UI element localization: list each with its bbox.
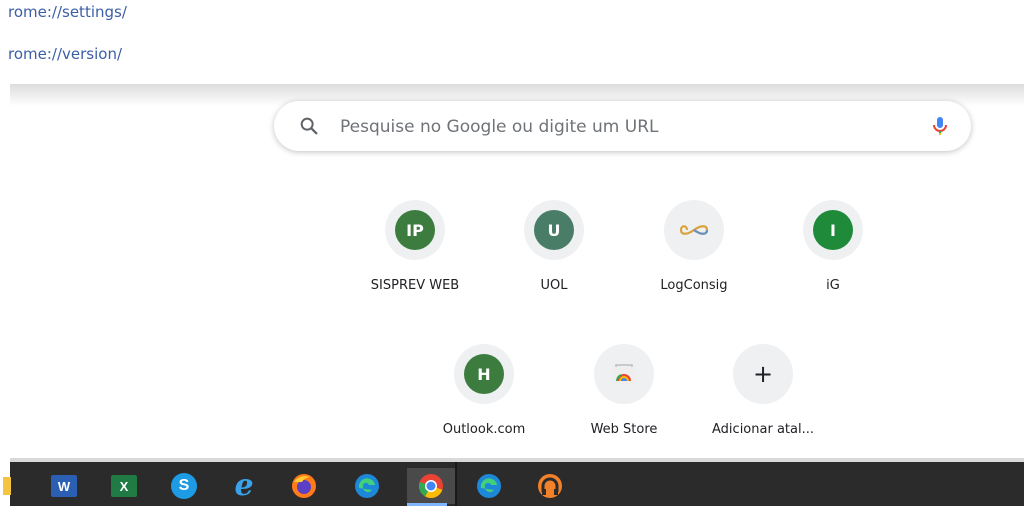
- sisprev-letter-icon: IP: [395, 210, 435, 250]
- shortcut-icon-bg: IP: [385, 200, 445, 260]
- shortcut-label: UOL: [540, 278, 568, 293]
- skype-icon[interactable]: S: [164, 468, 204, 504]
- suggestion-settings[interactable]: rome://settings/: [8, 3, 127, 21]
- excel-icon[interactable]: X: [104, 468, 144, 504]
- word-icon[interactable]: W: [44, 468, 84, 504]
- chrome-web-store-icon: [612, 364, 636, 384]
- chrome-icon[interactable]: [407, 468, 455, 506]
- shortcut-logconsig[interactable]: LogConsig: [634, 200, 754, 310]
- shortcut-icon-bg: [664, 200, 724, 260]
- shortcut-label: iG: [826, 278, 840, 293]
- internet-explorer-icon[interactable]: e: [224, 468, 264, 504]
- edge-icon[interactable]: [347, 468, 387, 504]
- shortcut-label: LogConsig: [660, 278, 728, 293]
- search-icon: [300, 117, 318, 135]
- shortcut-ig[interactable]: I iG: [773, 200, 893, 310]
- edge-icon-2[interactable]: [469, 468, 509, 504]
- microphone-icon[interactable]: [928, 114, 952, 138]
- taskbar-separator: [455, 462, 457, 506]
- shortcut-icon-bg: I: [803, 200, 863, 260]
- infinity-logo-icon: [679, 225, 709, 235]
- file-explorer-icon[interactable]: [0, 468, 18, 504]
- search-input[interactable]: [338, 112, 902, 142]
- ig-letter-icon: I: [813, 210, 853, 250]
- search-box[interactable]: [274, 101, 971, 151]
- firefox-icon[interactable]: [284, 468, 324, 504]
- shortcut-icon-bg: [594, 344, 654, 404]
- add-shortcut-button[interactable]: + Adicionar atal...: [703, 344, 823, 454]
- shortcut-label: Web Store: [590, 422, 658, 437]
- suggestion-version[interactable]: rome://version/: [8, 45, 122, 63]
- shortcut-label: Adicionar atal...: [712, 422, 814, 437]
- shortcut-label: SISPREV WEB: [370, 278, 460, 293]
- windows-taskbar: W X S e: [3, 458, 1024, 506]
- shortcut-outlook[interactable]: H Outlook.com: [424, 344, 544, 454]
- omnibox-suggestions: rome://settings/ rome://version/: [0, 0, 1024, 84]
- plus-icon: +: [752, 360, 774, 388]
- radio-app-icon[interactable]: [530, 468, 570, 504]
- shortcut-web-store[interactable]: Web Store: [564, 344, 684, 454]
- outlook-letter-icon: H: [464, 354, 504, 394]
- shortcut-label: Outlook.com: [442, 422, 526, 437]
- shortcut-uol[interactable]: U UOL: [494, 200, 614, 310]
- shortcut-icon-bg: H: [454, 344, 514, 404]
- shortcut-icon-bg: U: [524, 200, 584, 260]
- shortcut-icon-bg: +: [733, 344, 793, 404]
- shortcut-sisprev-web[interactable]: IP SISPREV WEB: [355, 200, 475, 310]
- uol-letter-icon: U: [534, 210, 574, 250]
